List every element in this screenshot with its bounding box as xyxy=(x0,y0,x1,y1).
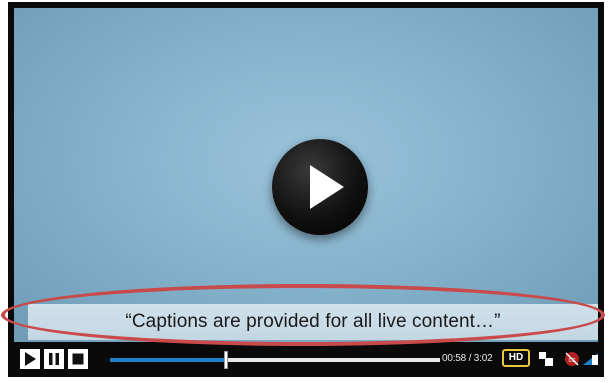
volume-button[interactable] xyxy=(582,349,600,369)
stop-icon xyxy=(72,353,84,365)
seek-progress xyxy=(110,358,226,362)
time-separator: / xyxy=(466,353,474,364)
play-icon xyxy=(25,352,36,366)
pause-icon xyxy=(49,353,59,365)
caption-text: “Captions are provided for all live cont… xyxy=(125,311,501,332)
volume-icon xyxy=(583,353,598,365)
seek-handle[interactable] xyxy=(223,351,228,369)
play-button[interactable] xyxy=(20,349,40,369)
pause-button[interactable] xyxy=(44,349,64,369)
settings-button[interactable] xyxy=(536,349,558,369)
hd-button[interactable]: HD xyxy=(502,349,530,367)
caption-bar: “Captions are provided for all live cont… xyxy=(28,304,598,340)
big-play-button[interactable] xyxy=(272,139,368,235)
captions-off-icon: cc xyxy=(565,352,579,366)
video-screen[interactable]: “Captions are provided for all live cont… xyxy=(14,8,598,342)
settings-icon xyxy=(539,352,553,366)
svg-text:cc: cc xyxy=(569,357,577,364)
time-display: 00:58 / 3:02 xyxy=(442,353,493,364)
captions-toggle-button[interactable]: cc xyxy=(562,349,584,369)
seek-bar[interactable] xyxy=(110,351,440,369)
duration: 3:02 xyxy=(473,353,493,364)
play-icon xyxy=(310,165,344,209)
current-time: 00:58 xyxy=(442,353,467,364)
video-player: “Captions are provided for all live cont… xyxy=(8,2,604,377)
stop-button[interactable] xyxy=(68,349,88,369)
control-bar: 00:58 / 3:02 HD cc xyxy=(14,347,598,373)
